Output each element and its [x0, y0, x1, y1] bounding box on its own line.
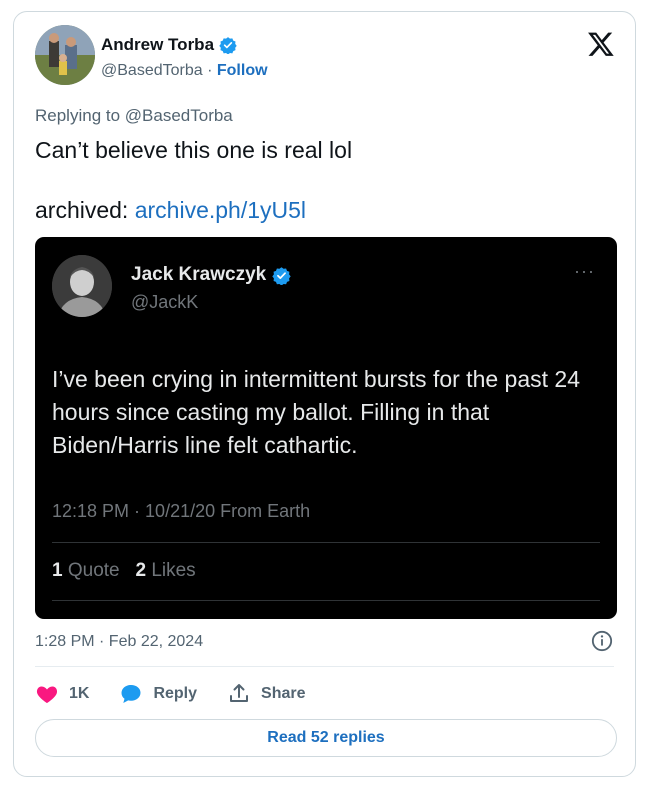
tweet-card: Andrew Torba @BasedTorba · Follow Replyi… [13, 11, 636, 777]
embedded-text: I’ve been crying in intermittent bursts … [52, 366, 580, 458]
archived-label: archived: [35, 197, 129, 223]
tweet-timestamp[interactable]: 1:28 PM · Feb 22, 2024 [35, 633, 203, 651]
reply-button[interactable]: Reply [119, 682, 197, 706]
more-icon: ··· [574, 261, 595, 281]
divider [35, 666, 614, 667]
embedded-name-row: Jack Krawczyk [131, 264, 291, 286]
verified-badge-icon [219, 37, 237, 54]
likes-label: Likes [151, 560, 196, 581]
share-button[interactable]: Share [227, 682, 306, 706]
quote-label: Quote [67, 560, 120, 581]
embedded-name: Jack Krawczyk [131, 264, 267, 285]
divider [52, 600, 600, 601]
archived-line: archived: archive.ph/1yU5l [35, 196, 306, 224]
embedded-stats: 1 Quote 2 Likes [52, 560, 196, 582]
embedded-avatar [52, 255, 112, 317]
divider [52, 542, 600, 543]
author-handle-row: @BasedTorba · Follow [101, 62, 268, 80]
action-bar: 1K Reply Share [35, 680, 336, 708]
reply-bubble-icon [121, 685, 141, 703]
author-handle[interactable]: @BasedTorba [101, 62, 203, 79]
replying-to: Replying to @BasedTorba [35, 106, 233, 125]
share-icon [230, 684, 249, 702]
author-avatar[interactable] [35, 25, 95, 85]
author-name[interactable]: Andrew Torba [101, 35, 214, 55]
like-button[interactable]: 1K [35, 682, 89, 706]
x-logo-icon[interactable] [587, 30, 615, 58]
separator-dot: · [207, 62, 213, 79]
like-count-embedded: 2 [135, 560, 147, 581]
heart-icon [36, 686, 58, 703]
embedded-tweet-image[interactable]: Jack Krawczyk @JackK ··· I’ve been cryin… [35, 237, 617, 619]
follow-button[interactable]: Follow [217, 62, 268, 79]
info-icon[interactable] [591, 630, 613, 652]
reply-label: Reply [153, 685, 198, 702]
tweet-text: Can’t believe this one is real lol [35, 137, 353, 163]
archived-link[interactable]: archive.ph/1yU5l [135, 197, 306, 223]
author-name-row[interactable]: Andrew Torba [101, 35, 237, 55]
embedded-meta: 12:18 PM · 10/21/20 From Earth [52, 501, 311, 521]
embedded-handle: @JackK [131, 292, 199, 312]
share-label: Share [261, 685, 306, 702]
verified-badge-icon [272, 266, 291, 285]
quote-count: 1 [52, 560, 63, 581]
read-replies-button[interactable]: Read 52 replies [35, 719, 617, 757]
like-count: 1K [69, 685, 90, 702]
